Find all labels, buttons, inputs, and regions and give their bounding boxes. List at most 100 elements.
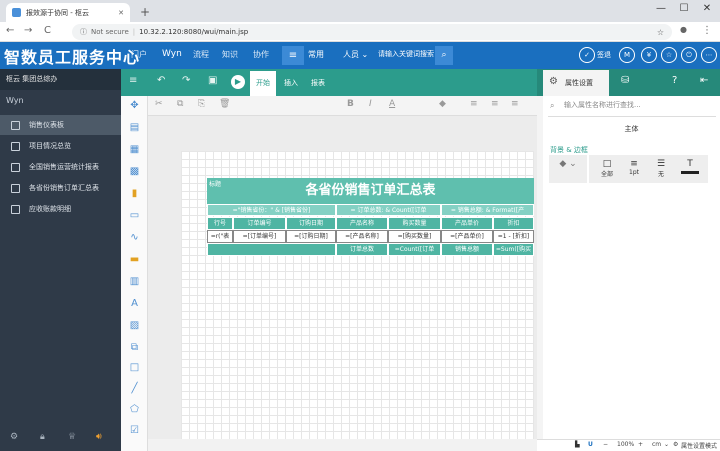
people-dropdown[interactable]: 人员 ⌄ [343, 49, 368, 60]
power-icon[interactable]: ⏻ [681, 47, 697, 63]
report-title[interactable]: 各省份销售订单汇总表 [207, 178, 534, 204]
align-left-icon[interactable]: ≡ [470, 99, 478, 109]
header-cell[interactable]: 订单编号 [233, 217, 286, 230]
header-cell[interactable]: 产品名称 [336, 217, 388, 230]
database-icon[interactable]: ⛁ [621, 75, 629, 86]
list-icon[interactable]: ▭ [128, 210, 141, 221]
cut-icon[interactable]: ✂ [155, 99, 163, 109]
menu-workflow[interactable]: 流程 [193, 49, 209, 60]
image-icon[interactable]: ▨ [128, 320, 141, 331]
org-name[interactable]: 枢云 集团总综办 [0, 69, 121, 90]
tab-close-icon[interactable]: ✕ [118, 9, 124, 17]
browser-menu-icon[interactable]: ⋮ [702, 25, 712, 36]
line-chart-icon[interactable]: ∿ [128, 232, 141, 243]
tab-insert[interactable]: 插入 [284, 78, 298, 88]
yen-icon[interactable]: ¥ [641, 47, 657, 63]
help-icon[interactable]: ? [672, 75, 677, 86]
reload-icon[interactable]: C [44, 25, 51, 36]
line-icon[interactable]: ╱ [128, 383, 141, 394]
paste-icon[interactable]: ⎘ [198, 99, 205, 109]
italic-icon[interactable]: I [369, 99, 372, 109]
barcode-icon[interactable]: ▥ [128, 276, 141, 287]
maximize-button[interactable]: ☐ [674, 3, 694, 14]
header-cell[interactable]: 产品单价 [441, 217, 493, 230]
global-search-input[interactable]: 请输入关键词搜索 [378, 49, 434, 59]
zoom-in-icon[interactable]: + [638, 441, 643, 448]
sidebar-item-sales-dashboard[interactable]: 销售仪表板 [0, 115, 121, 135]
detail-cell[interactable]: =1 - [折扣] [493, 230, 534, 243]
collapse-panel-icon[interactable]: ⇤ [700, 75, 708, 86]
property-search-input[interactable]: 输入属性名称进行查找... [548, 100, 716, 114]
subreport-icon[interactable]: ⧉ [128, 342, 141, 353]
lock-icon[interactable]: 🔒︎ [40, 432, 45, 442]
label-icon[interactable]: ▬ [128, 254, 141, 265]
zoom-level[interactable]: 100% [617, 441, 634, 448]
zoom-out-icon[interactable]: − [603, 441, 608, 448]
redo-icon[interactable]: ↷ [182, 75, 190, 86]
align-center-icon[interactable]: ≡ [491, 99, 499, 109]
menu-knowledge[interactable]: 知识 [222, 49, 238, 60]
star-icon[interactable]: ☆ [661, 47, 677, 63]
settings-icon[interactable]: ⚙ [10, 432, 18, 442]
detail-cell[interactable]: =[订单编号] [233, 230, 286, 243]
menu-frequent[interactable]: 常用 [308, 49, 324, 60]
container-icon[interactable]: □ [128, 362, 141, 373]
user-avatar-icon[interactable]: M [619, 47, 635, 63]
header-cell[interactable]: 折扣 [493, 217, 534, 230]
footer-cell[interactable]: 销售总额 [441, 243, 493, 256]
browser-tab[interactable]: 报效源于协同 - 枢云 ✕ [6, 3, 130, 22]
underline-icon[interactable]: A [389, 99, 395, 109]
minimize-button[interactable]: — [651, 3, 671, 14]
new-tab-button[interactable]: + [140, 5, 150, 19]
bookmark-star-icon[interactable]: ☆ [657, 28, 664, 37]
tab-start[interactable]: 开始 [256, 78, 270, 88]
undo-icon[interactable]: ↶ [157, 75, 165, 86]
signin-label[interactable]: 签退 [597, 50, 611, 60]
align-right-icon[interactable]: ≡ [511, 99, 519, 109]
url-field[interactable]: ⓘ Not secure | 10.32.2.120:8080/wui/main… [72, 24, 672, 40]
gear-icon[interactable]: ⚙ [549, 76, 558, 87]
fill-color-icon[interactable]: ◆ [439, 99, 446, 109]
profile-icon[interactable]: ● [680, 25, 687, 34]
detail-cell[interactable]: =[产品名称] [336, 230, 388, 243]
group-sales-total-cell[interactable]: = 销售总额: & Format([产 [441, 204, 534, 216]
move-icon[interactable]: ✥ [128, 100, 141, 111]
checkbox-icon[interactable]: ☑ [128, 425, 141, 436]
menu-wyn[interactable]: Wyn [162, 49, 182, 59]
group-province-cell[interactable]: ="销售省份：" & [销售省份] [207, 204, 336, 216]
footer-cell[interactable] [207, 243, 336, 256]
border-color-button[interactable]: T [672, 155, 708, 183]
fill-dropdown[interactable]: ◆ ⌄ [549, 155, 587, 183]
table-icon[interactable]: ▦ [128, 144, 141, 155]
bold-icon[interactable]: B [347, 99, 354, 109]
unit-icon[interactable]: U [588, 441, 593, 448]
menu-toggle-icon[interactable]: ≡ [282, 46, 304, 65]
shape-icon[interactable]: ⬠ [128, 404, 141, 415]
forward-icon[interactable]: → [24, 25, 32, 36]
back-icon[interactable]: ← [6, 25, 14, 36]
signin-icon[interactable]: ✓ [579, 47, 595, 63]
search-icon[interactable]: ⌕ [435, 46, 453, 65]
sidebar-item-province-orders[interactable]: 各省份销售订单汇总表 [0, 178, 121, 198]
save-icon[interactable]: ▣ [208, 75, 217, 86]
footer-cell[interactable]: 订单总数 [336, 243, 388, 256]
sidebar-item-national-sales[interactable]: 全国销售运营统计报表 [0, 157, 121, 177]
properties-tab[interactable]: 属性设置 [565, 78, 593, 88]
close-window-button[interactable]: ✕ [697, 3, 717, 14]
menu-portal[interactable]: 门户 [131, 49, 147, 60]
copy-icon[interactable]: ⧉ [177, 99, 183, 109]
header-cell[interactable]: 购买数量 [388, 217, 441, 230]
layout-icon[interactable]: ▙ [575, 441, 580, 448]
hamburger-icon[interactable]: ≡ [129, 75, 137, 86]
menu-collab[interactable]: 协作 [253, 49, 269, 60]
detail-cell[interactable]: =r("表 [207, 230, 233, 243]
matrix-icon[interactable]: ▩ [128, 166, 141, 177]
footer-cell[interactable]: =Sum([购买 [493, 243, 534, 256]
detail-cell[interactable]: =[购买数量] [388, 230, 441, 243]
footer-cell[interactable]: =Count([订单 [388, 243, 441, 256]
textbox-icon[interactable]: ▤ [128, 122, 141, 133]
tab-report[interactable]: 报表 [311, 78, 325, 88]
info-icon[interactable]: ⓘ [80, 27, 87, 37]
chevron-down-icon[interactable]: ⌄ [664, 441, 669, 448]
speaker-icon[interactable]: 🔊︎ [96, 432, 102, 442]
